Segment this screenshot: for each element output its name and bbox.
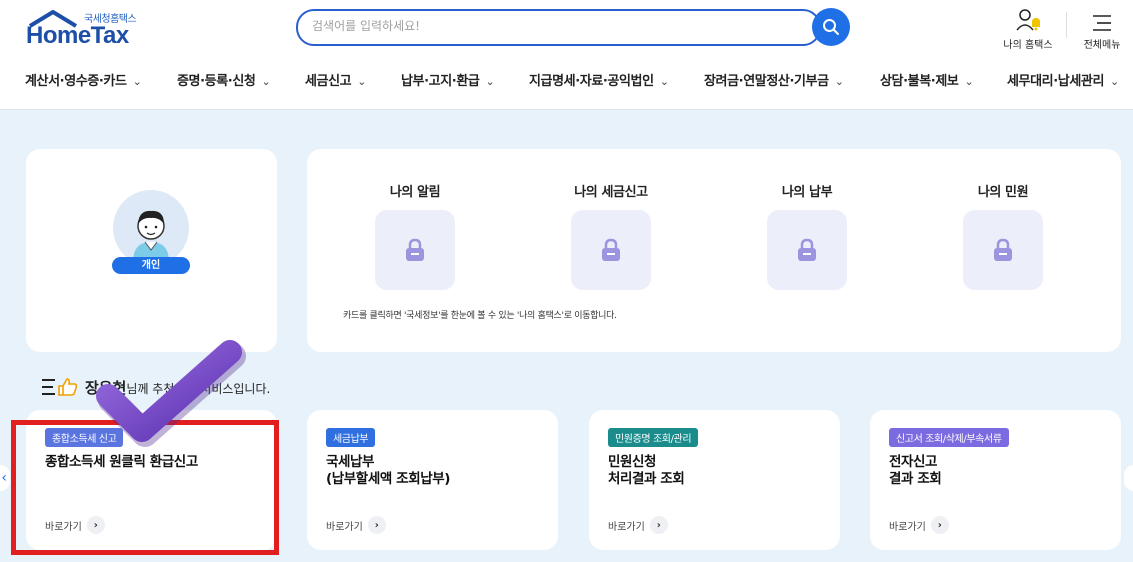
service-tag: 세금납부 bbox=[326, 428, 376, 447]
search-icon bbox=[823, 19, 839, 35]
my-hometax-note: 카드를 클릭하면 '국세정보'를 한눈에 볼 수 있는 '나의 홈택스'로 이동… bbox=[343, 311, 617, 321]
gnb-item-consult[interactable]: 상담·불복·제보 ⌄ bbox=[880, 70, 974, 89]
util-divider bbox=[1066, 12, 1067, 38]
gnb-item-statements[interactable]: 지급명세·자료·공익법인 ⌄ bbox=[529, 70, 669, 89]
my-notification-card[interactable]: 나의 알림 bbox=[355, 181, 475, 290]
hamburger-icon bbox=[1093, 15, 1111, 31]
service-title: 전자신고 결과 조회 bbox=[889, 454, 942, 487]
search-bar bbox=[296, 9, 821, 46]
chevron-left-icon: ‹ bbox=[1, 470, 7, 486]
checkmark-icon bbox=[96, 340, 246, 447]
my-hometax-label: 나의 홈택스 bbox=[1003, 40, 1053, 51]
person-icon bbox=[133, 210, 169, 262]
chevron-down-icon: ⌄ bbox=[357, 75, 367, 88]
search-input[interactable] bbox=[312, 19, 792, 33]
service-title: 국세납부 (납부할세액 조회납부) bbox=[326, 454, 451, 487]
my-civil-card[interactable]: 나의 민원 bbox=[943, 181, 1063, 290]
search-button[interactable] bbox=[812, 8, 850, 46]
chevron-down-icon: ⌄ bbox=[1110, 75, 1119, 88]
chevron-down-icon: ⌄ bbox=[132, 75, 142, 88]
my-payment-box[interactable] bbox=[767, 210, 847, 290]
service-title: 민원신청 처리결과 조회 bbox=[608, 454, 685, 487]
my-civil-box[interactable] bbox=[963, 210, 1043, 290]
chevron-down-icon: ⌄ bbox=[964, 75, 974, 88]
user-bell-icon bbox=[1016, 9, 1040, 31]
all-menu-button[interactable]: 전체메뉴 bbox=[1070, 6, 1133, 51]
my-civil-title: 나의 민원 bbox=[977, 185, 1029, 200]
chevron-right-icon: › bbox=[367, 516, 386, 534]
service-card-tax-payment[interactable]: 세금납부 국세납부 (납부할세액 조회납부) 바로가기 › bbox=[307, 410, 558, 550]
service-card-e-filing-result[interactable]: 신고서 조회/삭제/부속서류 전자신고 결과 조회 바로가기 › bbox=[870, 410, 1121, 550]
gnb-item-agent[interactable]: 세무대리·납세관리 ⌄ bbox=[1007, 70, 1119, 89]
chevron-down-icon: ⌄ bbox=[659, 75, 669, 88]
my-hometax-button[interactable]: 나의 홈택스 bbox=[996, 6, 1060, 51]
header: 국세청홈택스 HomeTax 나의 홈택스 bbox=[0, 0, 1133, 110]
my-tax-report-title: 나의 세금신고 bbox=[574, 185, 648, 200]
lock-icon bbox=[798, 238, 816, 261]
gnb-item-payment[interactable]: 납부·고지·환급 ⌄ bbox=[401, 70, 495, 89]
my-hometax-panel: 나의 알림 나의 세금신고 나의 납부 나의 민원 카드를 클릭하면 '국세정보… bbox=[307, 149, 1121, 352]
gnb-item-certificate[interactable]: 증명·등록·신청 ⌄ bbox=[177, 70, 271, 89]
my-payment-title: 나의 납부 bbox=[781, 185, 833, 200]
user-type-badge: 개인 bbox=[112, 257, 190, 274]
chevron-down-icon: ⌄ bbox=[834, 75, 844, 88]
lock-icon bbox=[994, 238, 1012, 261]
shortcut-link[interactable]: 바로가기 › bbox=[608, 516, 668, 534]
gnb-item-tax-report[interactable]: 세금신고 ⌄ bbox=[305, 70, 366, 89]
gnb-item-incentive[interactable]: 장려금·연말정산·기부금 ⌄ bbox=[704, 70, 844, 89]
chevron-right-icon: › bbox=[930, 516, 949, 534]
carousel-prev-button[interactable]: ‹ bbox=[0, 465, 10, 491]
logo-title: HomeTax bbox=[26, 22, 129, 49]
carousel-next-button[interactable] bbox=[1124, 465, 1133, 491]
main-navigation: 계산서·영수증·카드 ⌄ 증명·등록·신청 ⌄ 세금신고 ⌄ 납부·고지·환급 ⌄ 지급… bbox=[0, 66, 1133, 94]
gnb-item-invoice[interactable]: 계산서·영수증·카드 ⌄ bbox=[25, 70, 142, 89]
my-tax-report-box[interactable] bbox=[571, 210, 651, 290]
service-tag: 민원증명 조회/관리 bbox=[608, 428, 699, 447]
service-tag: 신고서 조회/삭제/부속서류 bbox=[889, 428, 1009, 447]
shortcut-link[interactable]: 바로가기 › bbox=[326, 516, 386, 534]
chevron-down-icon: ⌄ bbox=[485, 75, 495, 88]
service-card-civil-result[interactable]: 민원증명 조회/관리 민원신청 처리결과 조회 바로가기 › bbox=[589, 410, 840, 550]
all-menu-label: 전체메뉴 bbox=[1083, 40, 1121, 51]
profile-card[interactable]: 개인 bbox=[26, 149, 277, 352]
hometax-logo[interactable]: 국세청홈택스 HomeTax bbox=[26, 8, 156, 49]
chevron-right-icon: › bbox=[649, 516, 668, 534]
lock-icon bbox=[406, 238, 424, 261]
avatar bbox=[113, 190, 189, 266]
thumbs-up-list-icon bbox=[42, 378, 78, 396]
my-notification-box[interactable] bbox=[375, 210, 455, 290]
shortcut-link[interactable]: 바로가기 › bbox=[889, 516, 949, 534]
my-notification-title: 나의 알림 bbox=[389, 185, 441, 200]
my-tax-report-card[interactable]: 나의 세금신고 bbox=[551, 181, 671, 290]
my-payment-card[interactable]: 나의 납부 bbox=[747, 181, 867, 290]
chevron-down-icon: ⌄ bbox=[261, 75, 271, 88]
lock-icon bbox=[602, 238, 620, 261]
